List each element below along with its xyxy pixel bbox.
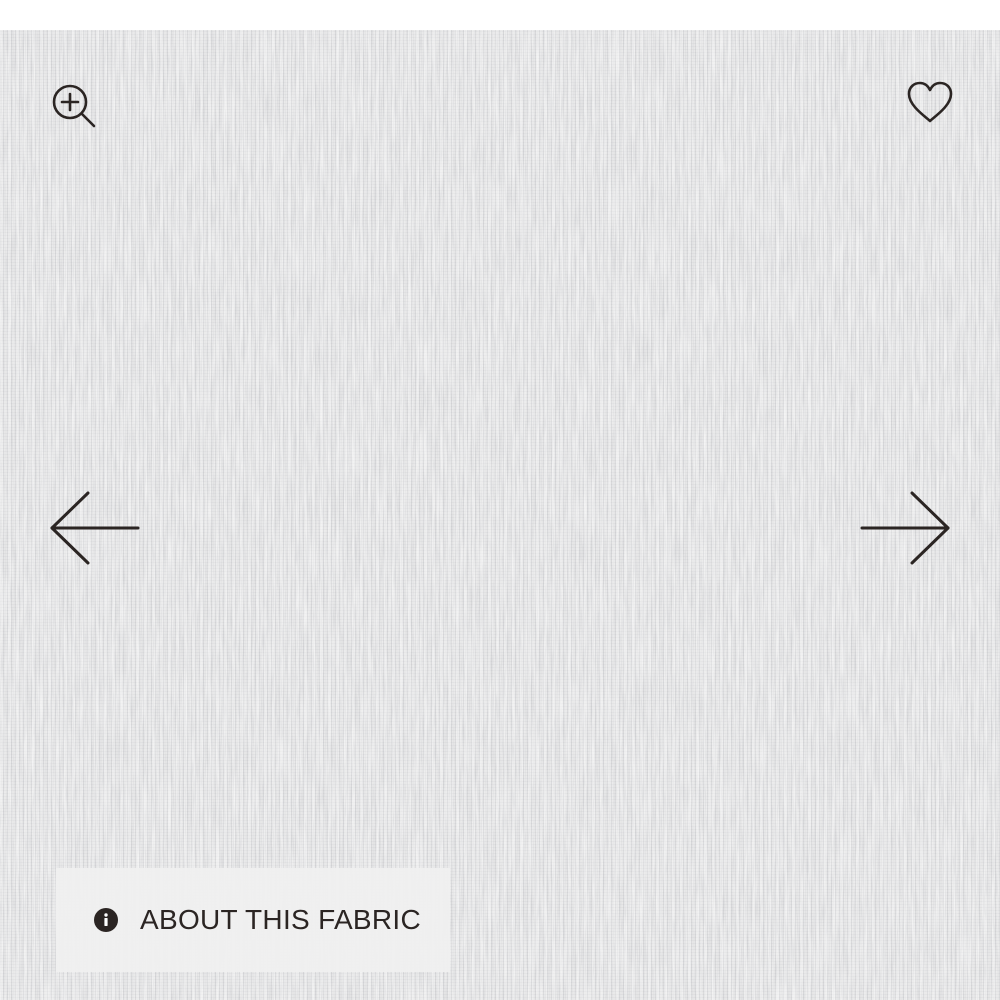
arrow-left-icon bbox=[50, 491, 140, 565]
info-icon bbox=[94, 908, 118, 932]
arrow-right-icon bbox=[860, 491, 950, 565]
info-glyph bbox=[104, 913, 108, 926]
fabric-image-viewer[interactable]: ABOUT THIS FABRIC bbox=[0, 30, 1000, 1000]
favorite-button[interactable] bbox=[902, 74, 958, 130]
zoom-in-icon bbox=[52, 84, 96, 128]
heart-icon bbox=[907, 81, 953, 123]
about-fabric-label: ABOUT THIS FABRIC bbox=[140, 904, 422, 935]
next-image-button[interactable] bbox=[856, 488, 956, 568]
product-image-page: ABOUT THIS FABRIC bbox=[0, 0, 1000, 1000]
fabric-swatch-image bbox=[0, 30, 1000, 1000]
previous-image-button[interactable] bbox=[44, 488, 144, 568]
zoom-in-button[interactable] bbox=[46, 78, 102, 134]
about-fabric-button[interactable]: ABOUT THIS FABRIC bbox=[56, 868, 450, 972]
